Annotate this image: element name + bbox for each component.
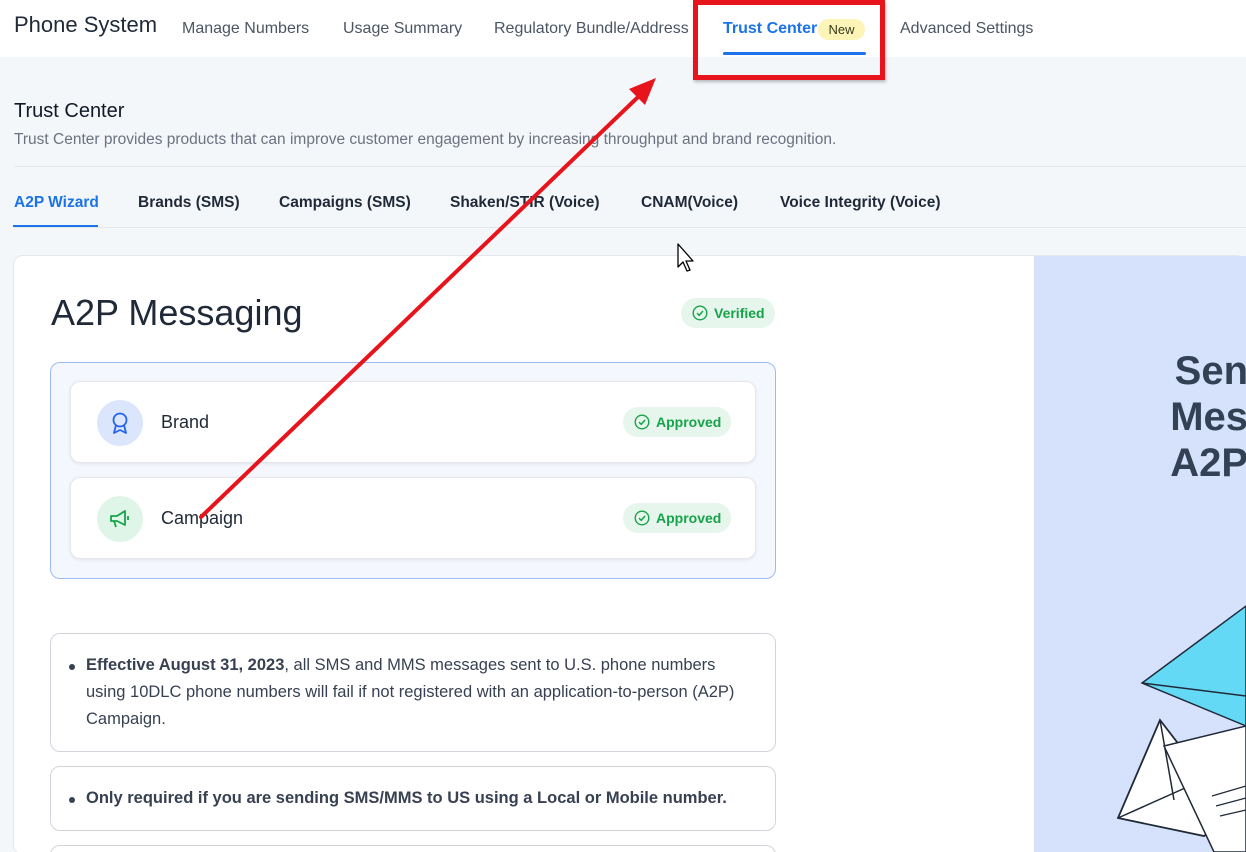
compliance-note: Effective August 31, 2023, all SMS and M… [50,633,776,752]
award-ribbon-icon [97,400,143,446]
divider [14,227,1246,228]
tab-cnam-voice[interactable]: CNAM(Voice) [641,194,738,212]
tab-a2p-wizard[interactable]: A2P Wizard [14,194,99,212]
note-card-partial [50,845,776,852]
check-circle-icon [634,510,650,526]
nav-manage-numbers[interactable]: Manage Numbers [182,20,309,38]
promo-panel: Sen Mes A2P [1034,256,1246,852]
nav-trust-center[interactable]: Trust Center [723,20,817,38]
requirement-note: Only required if you are sending SMS/MMS… [50,766,776,831]
megaphone-icon [97,496,143,542]
approved-label: Approved [656,510,722,526]
envelope-illustration [1116,605,1246,852]
tab-campaigns-sms[interactable]: Campaigns (SMS) [279,194,411,212]
verified-label: Verified [714,305,765,321]
bullet [69,797,75,803]
section-description: Trust Center provides products that can … [14,131,837,148]
note-bold-date: Effective August 31, 2023 [86,656,285,674]
top-nav-bar: Phone System Manage Numbers Usage Summar… [0,0,1246,57]
verified-badge: Verified [681,298,775,328]
check-circle-icon [692,305,708,321]
nav-advanced-settings[interactable]: Advanced Settings [900,20,1033,38]
nav-regulatory-bundle[interactable]: Regulatory Bundle/Address [494,20,689,38]
section-title: Trust Center [14,100,125,122]
tab-brands-sms[interactable]: Brands (SMS) [138,194,240,212]
divider [14,166,1246,167]
step-brand[interactable]: Brand Approved [70,381,756,463]
step-label-brand: Brand [161,412,210,432]
nav-usage-summary[interactable]: Usage Summary [343,20,462,38]
new-badge: New [818,19,865,40]
step-campaign[interactable]: Campaign Approved [70,477,756,559]
active-nav-underline [723,52,866,55]
tab-shaken-stir-voice[interactable]: Shaken/STIR (Voice) [450,194,600,212]
check-circle-icon [634,414,650,430]
card-title: A2P Messaging [51,292,303,333]
app-title: Phone System [14,12,158,37]
approved-label: Approved [656,414,722,430]
bullet [69,664,75,670]
tab-voice-integrity[interactable]: Voice Integrity (Voice) [780,194,941,212]
approved-badge: Approved [623,503,732,533]
approved-badge: Approved [623,407,732,437]
note-bold-requirement: Only required if you are sending SMS/MMS… [86,789,727,807]
step-label-campaign: Campaign [161,508,244,528]
